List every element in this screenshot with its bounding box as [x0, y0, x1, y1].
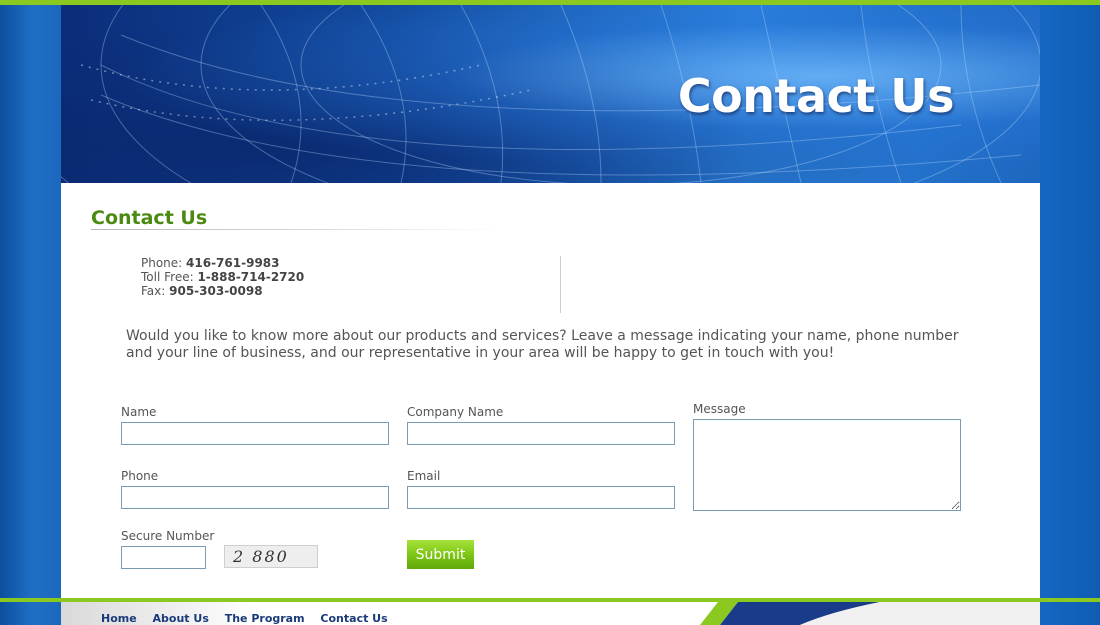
- main-content: Contact Us Phone: 416-761-9983 Toll Free…: [61, 183, 1040, 598]
- phone-label: Phone:: [141, 256, 187, 270]
- fax-number: 905-303-0098: [169, 284, 263, 298]
- message-textarea[interactable]: [693, 419, 961, 511]
- page-background-right: [1040, 5, 1100, 625]
- footer-link-about-us[interactable]: About Us: [153, 612, 209, 625]
- name-input[interactable]: [121, 422, 389, 445]
- email-label: Email: [407, 469, 441, 483]
- footer-swoosh-graphic: [700, 602, 1040, 625]
- phone-field-label: Phone: [121, 469, 159, 483]
- header-banner: Contact Us: [61, 5, 1040, 183]
- footer: Home About Us The Program Contact Us: [61, 602, 1040, 625]
- contact-info-block: Phone: 416-761-9983 Toll Free: 1-888-714…: [141, 256, 304, 298]
- banner-title: Contact Us: [677, 69, 955, 123]
- intro-text: Would you like to know more about our pr…: [126, 328, 959, 361]
- message-label: Message: [693, 402, 746, 416]
- tollfree-label: Toll Free:: [141, 270, 198, 284]
- company-name-input[interactable]: [407, 422, 675, 445]
- vertical-divider: [560, 256, 561, 313]
- footer-link-contact-us[interactable]: Contact Us: [320, 612, 387, 625]
- footer-link-the-program[interactable]: The Program: [225, 612, 305, 625]
- tollfree-line: Toll Free: 1-888-714-2720: [141, 270, 304, 284]
- company-label: Company Name: [407, 405, 504, 419]
- phone-line: Phone: 416-761-9983: [141, 256, 304, 270]
- secure-number-label: Secure Number: [121, 529, 215, 543]
- phone-input[interactable]: [121, 486, 389, 509]
- name-label: Name: [121, 405, 157, 419]
- title-underline: [91, 229, 501, 230]
- email-input[interactable]: [407, 486, 675, 509]
- footer-nav: Home About Us The Program Contact Us: [101, 612, 400, 625]
- page-title: Contact Us: [91, 207, 208, 229]
- fax-line: Fax: 905-303-0098: [141, 284, 304, 298]
- footer-link-home[interactable]: Home: [101, 612, 137, 625]
- secure-number-input[interactable]: [121, 546, 206, 569]
- fax-label: Fax:: [141, 284, 170, 298]
- captcha-image: 2 880 79: [224, 545, 318, 568]
- phone-number: 416-761-9983: [186, 256, 280, 270]
- tollfree-number: 1-888-714-2720: [197, 270, 305, 284]
- submit-button[interactable]: Submit: [407, 540, 474, 569]
